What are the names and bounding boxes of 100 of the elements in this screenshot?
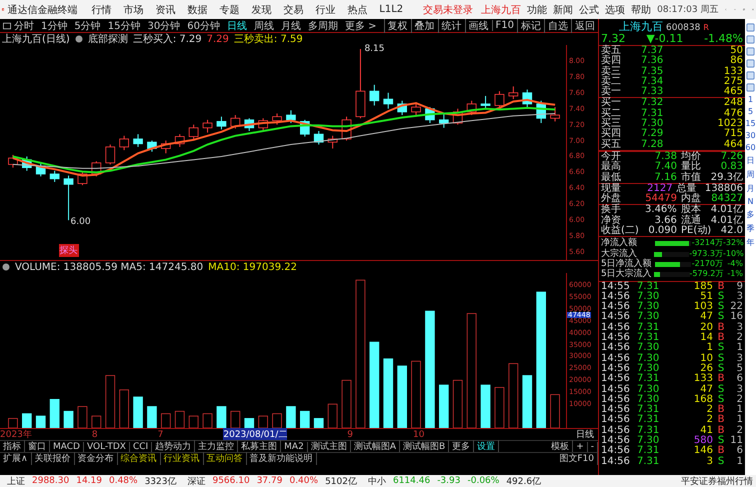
chart-tool-button[interactable]: 复权 xyxy=(384,18,411,32)
chart-tool-button[interactable]: 自选 xyxy=(544,18,571,32)
stat-label: 收益(二) xyxy=(601,226,640,236)
indicator-tab[interactable]: 设置 xyxy=(474,440,500,453)
period-tab[interactable]: 多周期 xyxy=(308,18,338,32)
settings-icon[interactable] xyxy=(2,263,10,271)
menu-item[interactable]: 选项 xyxy=(605,2,626,16)
indicator-tab[interactable]: 更多 xyxy=(449,440,474,453)
menu-item[interactable]: 行业 xyxy=(315,2,336,16)
template-control[interactable]: - xyxy=(588,442,598,452)
indicator-tab[interactable]: 指标 xyxy=(0,440,25,453)
period-shortcut[interactable]: 季 xyxy=(746,223,754,234)
candlestick xyxy=(50,170,60,182)
menu-item[interactable]: 热点 xyxy=(347,2,368,16)
menu-item[interactable]: 新闻 xyxy=(553,2,574,16)
chart-tool-button[interactable]: 标记 xyxy=(517,18,544,32)
index-value: 0.40% xyxy=(289,476,318,486)
period-shortcut[interactable]: 年 xyxy=(746,237,754,248)
menu-item[interactable]: 帮助 xyxy=(631,2,652,16)
candlestick xyxy=(411,102,421,118)
menu-item[interactable]: 数据 xyxy=(187,2,208,16)
info-tab[interactable]: 普及新功能说明 xyxy=(246,452,317,465)
indicator-tab[interactable]: 主力监控 xyxy=(195,440,238,453)
volume-bar xyxy=(174,410,185,428)
period-shortcut[interactable]: 多 xyxy=(746,209,754,220)
date-axis-label: 9 xyxy=(347,430,354,440)
period-tab[interactable]: 月线 xyxy=(280,18,301,32)
period-tab[interactable]: 周线 xyxy=(254,18,274,32)
indicator-tab[interactable]: 测试幅图B xyxy=(400,440,450,453)
indicator-tab[interactable]: 私募主图 xyxy=(238,440,282,453)
period-tab[interactable]: 60分钟 xyxy=(187,18,220,32)
menu-item[interactable]: 行情 xyxy=(91,2,112,16)
info-tab[interactable]: 关联报价 xyxy=(32,452,75,465)
indicator-tab[interactable]: MACD xyxy=(50,442,84,452)
period-shortcut[interactable]: 1 xyxy=(748,95,754,104)
info-tab[interactable]: 扩展∧ xyxy=(0,452,32,465)
template-control[interactable]: + xyxy=(573,442,588,452)
trade-price: 7.30 xyxy=(637,354,660,364)
indicator-tab[interactable]: CCI xyxy=(130,442,152,452)
stat-label: 换手 xyxy=(601,205,622,216)
period-tab[interactable]: 更多 > xyxy=(344,18,377,32)
trade-side: S xyxy=(716,436,726,446)
info-tab[interactable]: 互动问答 xyxy=(204,452,247,465)
period-shortcut[interactable]: 日 xyxy=(746,155,754,166)
chart-tool-button[interactable]: 叠加 xyxy=(410,18,438,32)
volume-bar xyxy=(452,380,463,428)
menu-item[interactable]: 专题 xyxy=(219,2,240,16)
period-shortcut[interactable]: 15 xyxy=(745,119,756,128)
menu-item[interactable]: 公式 xyxy=(579,2,600,16)
info-tab[interactable]: 综合资讯 xyxy=(118,452,161,465)
candlestick xyxy=(550,106,560,122)
trade-side: B xyxy=(716,426,726,436)
trade-side: S xyxy=(716,312,726,322)
period-shortcut[interactable]: 30 xyxy=(745,131,756,140)
period-tab[interactable]: 日线 xyxy=(226,18,247,32)
chart-tool-button[interactable]: 画线 xyxy=(464,18,492,32)
period-tab[interactable]: 分时 xyxy=(14,18,34,32)
menu-item[interactable]: L1L2 xyxy=(379,4,404,15)
menu-item[interactable]: 市场 xyxy=(123,2,144,16)
period-tab[interactable]: 30分钟 xyxy=(147,18,180,32)
trade-count: 3 xyxy=(736,292,743,302)
period-tab[interactable]: 5分钟 xyxy=(74,18,101,32)
volume-bar xyxy=(328,404,338,428)
chart-tool-button[interactable]: F10 xyxy=(492,20,517,31)
info-tab[interactable]: 资金分布 xyxy=(74,452,118,465)
settings-icon[interactable] xyxy=(74,35,83,43)
template-control[interactable]: 模板 xyxy=(548,440,574,453)
menu-item[interactable]: 资讯 xyxy=(155,2,176,16)
chart-tool-button[interactable]: 统计 xyxy=(438,18,465,32)
indicator-tab[interactable]: 测试主图 xyxy=(308,440,351,453)
indicator-tab[interactable]: 窗口 xyxy=(25,440,50,453)
period-shortcut[interactable]: 月 xyxy=(746,183,754,194)
buy-signal-label: 三秒买入: 7.29 xyxy=(132,32,202,46)
trade-count: 2 xyxy=(736,394,743,405)
info-tab[interactable]: 行业资讯 xyxy=(160,452,204,465)
trade-time: 14:56 xyxy=(601,322,631,333)
stat-value: 4.01亿 xyxy=(710,216,743,226)
menu-item[interactable]: 功能 xyxy=(527,2,548,16)
period-label[interactable]: 日线 xyxy=(576,428,594,441)
menu-item[interactable]: 交易 xyxy=(283,2,304,16)
indicator-tab[interactable]: VOL-TDX xyxy=(84,442,130,452)
period-tab[interactable]: 15分钟 xyxy=(108,18,140,32)
period-shortcut[interactable]: 周 xyxy=(746,169,754,180)
indicator-tab[interactable]: 趋势动力 xyxy=(152,440,196,453)
menu-item[interactable]: 发现 xyxy=(251,2,272,16)
menu-icon[interactable] xyxy=(3,22,11,30)
trade-price: 7.30 xyxy=(637,384,660,394)
period-shortcut[interactable]: 5 xyxy=(748,107,754,116)
indicator-tab[interactable]: MA2 xyxy=(281,442,308,452)
indicator-tab[interactable]: 测试幅图A xyxy=(350,440,400,453)
period-shortcut[interactable]: N xyxy=(748,197,754,206)
fund-flow-label: 大宗流入 xyxy=(601,248,637,259)
f10-link[interactable]: 图文F10 xyxy=(556,452,598,465)
login-status[interactable]: 交易未登录 xyxy=(423,2,474,16)
volume-bar xyxy=(188,416,198,428)
order-price: 7.30 xyxy=(641,119,664,130)
chart-tool-button[interactable]: 返回 xyxy=(571,18,598,32)
period-shortcut[interactable]: 60 xyxy=(745,143,756,152)
period-tab[interactable]: 1分钟 xyxy=(41,18,68,32)
stat-value: 84327 xyxy=(711,194,743,204)
